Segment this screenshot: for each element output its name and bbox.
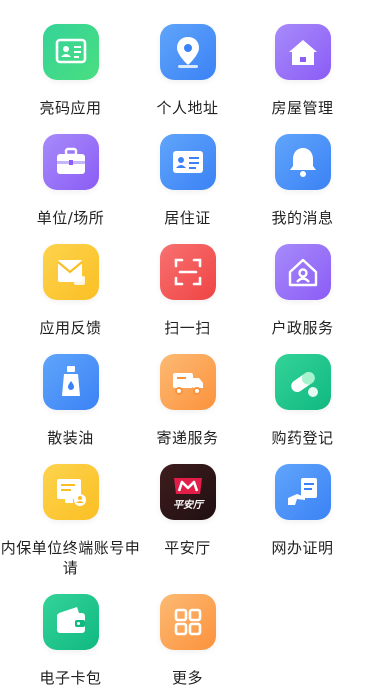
scan-icon: [159, 244, 216, 300]
app-label: 房屋管理: [271, 99, 334, 117]
app-label: 应用反馈: [39, 319, 102, 337]
app-item-liangma[interactable]: 亮码应用: [8, 24, 133, 118]
svg-text:平安厅: 平安厅: [173, 499, 205, 511]
pill-icon: [274, 354, 331, 410]
app-item-residence-permit[interactable]: 居住证: [125, 134, 250, 228]
residence-card-icon: [159, 134, 216, 190]
app-label: 亮码应用: [39, 99, 102, 117]
app-label: 购药登记: [271, 429, 334, 447]
pingan-logo-icon: 平安厅: [159, 464, 216, 520]
app-item-medicine-registration[interactable]: 购药登记: [240, 354, 365, 448]
app-label: 单位/场所: [36, 209, 105, 227]
app-item-house-management[interactable]: 房屋管理: [240, 24, 365, 118]
app-item-delivery-service[interactable]: 寄递服务: [125, 354, 250, 448]
app-label: 更多: [171, 669, 203, 687]
app-label: 平安厅: [164, 539, 211, 557]
terminal-account-icon: [42, 464, 99, 520]
app-item-feedback[interactable]: 应用反馈: [8, 244, 133, 338]
delivery-truck-icon: [159, 354, 216, 410]
app-label: 内保单位终端账号申请: [0, 539, 141, 577]
app-label: 散装油: [47, 429, 94, 447]
app-label: 寄递服务: [156, 429, 219, 447]
app-item-unit-place[interactable]: 单位/场所: [8, 134, 133, 228]
location-pin-icon: [159, 24, 216, 80]
app-item-personal-address[interactable]: 个人地址: [125, 24, 250, 118]
app-label: 扫一扫: [164, 319, 211, 337]
app-item-terminal-account-application[interactable]: 内保单位终端账号申请: [0, 464, 141, 578]
app-label: 我的消息: [271, 209, 334, 227]
app-label: 电子卡包: [39, 669, 102, 687]
grid-more-icon: [159, 594, 216, 650]
app-item-my-messages[interactable]: 我的消息: [240, 134, 365, 228]
hand-document-icon: [274, 464, 331, 520]
oil-bottle-icon: [42, 354, 99, 410]
bell-icon: [274, 134, 331, 190]
house-icon: [274, 24, 331, 80]
app-item-online-certificate[interactable]: 网办证明: [240, 464, 365, 558]
app-label: 户政服务: [271, 319, 334, 337]
app-item-scan[interactable]: 扫一扫: [125, 244, 250, 338]
app-item-pingan-hall[interactable]: 平安厅 平安厅: [125, 464, 250, 558]
app-item-e-wallet[interactable]: 电子卡包: [8, 594, 133, 688]
app-grid: 亮码应用 个人地址 房屋管理 单位/场所 居住证 我的消息 应用反馈 扫一扫 户…: [0, 0, 375, 687]
app-label: 个人地址: [156, 99, 219, 117]
household-service-icon: [274, 244, 331, 300]
app-label: 居住证: [164, 209, 211, 227]
wallet-icon: [42, 594, 99, 650]
app-item-bulk-oil[interactable]: 散装油: [8, 354, 133, 448]
app-item-more[interactable]: 更多: [125, 594, 250, 688]
card-id-icon: [42, 24, 99, 80]
briefcase-icon: [42, 134, 99, 190]
envelope-feedback-icon: [42, 244, 99, 300]
app-item-household-service[interactable]: 户政服务: [240, 244, 365, 338]
app-label: 网办证明: [271, 539, 334, 557]
